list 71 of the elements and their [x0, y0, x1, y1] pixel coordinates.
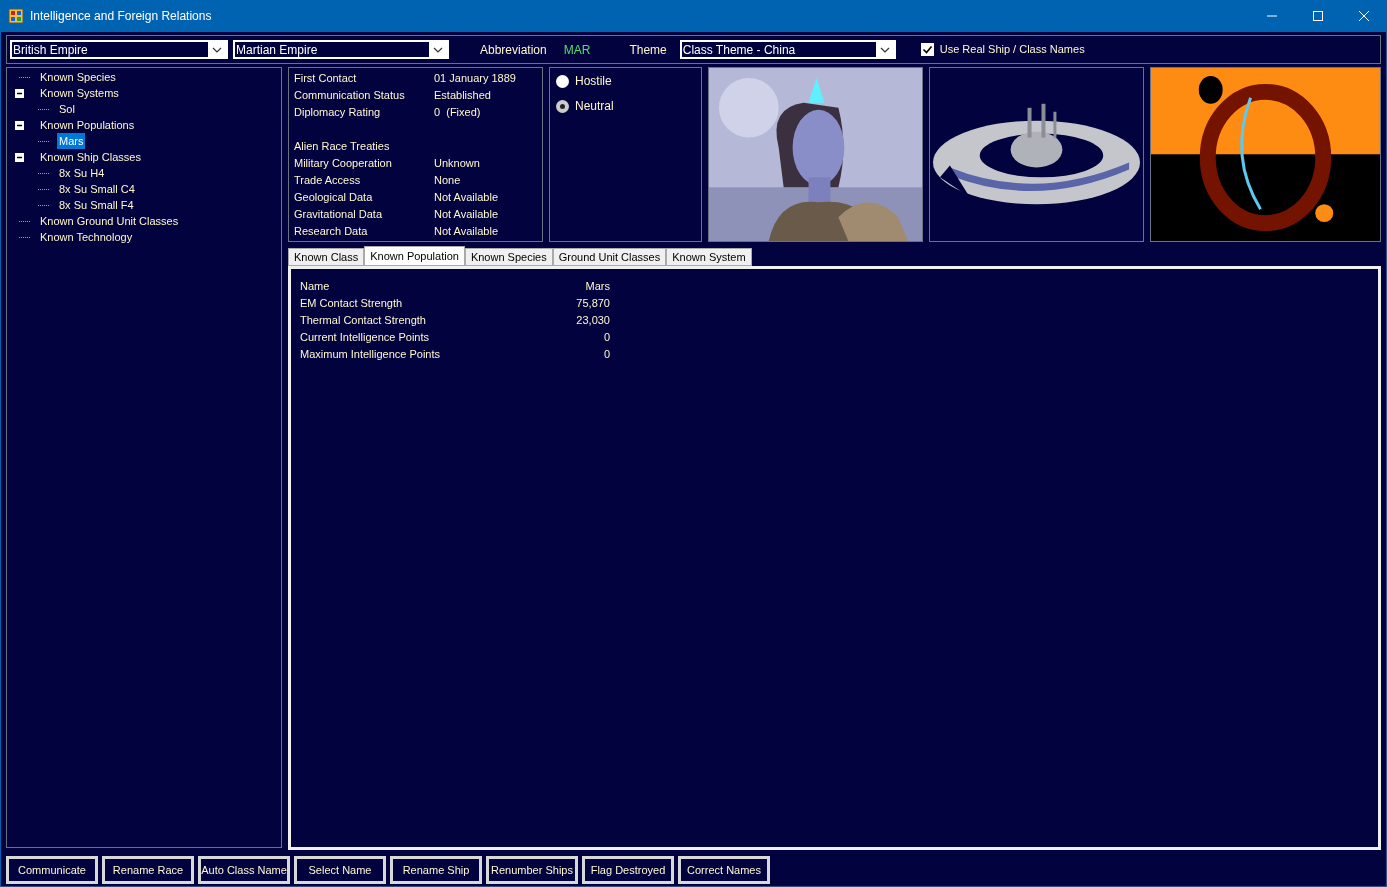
population-label: Thermal Contact Strength	[300, 313, 427, 328]
stance-radio[interactable]: Neutral	[556, 97, 695, 115]
info-label: Geological Data	[294, 190, 374, 205]
info-value: Not Available	[434, 224, 498, 239]
app-icon	[8, 8, 24, 24]
info-value: Not Available	[434, 190, 498, 205]
race-dropdown[interactable]: British Empire	[10, 40, 228, 59]
info-value: Unknown	[434, 156, 480, 171]
info-value: Not Available	[434, 207, 498, 222]
window-title: Intelligence and Foreign Relations	[30, 8, 213, 25]
checkmark-icon	[921, 44, 933, 55]
chevron-down-icon	[433, 46, 443, 53]
population-label: Name	[300, 279, 331, 294]
info-value: Established	[434, 88, 491, 103]
tab[interactable]: Ground Unit Classes	[552, 248, 667, 266]
population-label: Maximum Intelligence Points	[300, 347, 441, 362]
tree-item[interactable]: 8x Su Small F4	[57, 196, 136, 214]
chevron-down-icon	[879, 46, 890, 53]
tab[interactable]: Known Class	[288, 248, 365, 266]
collapse-icon[interactable]	[15, 152, 24, 162]
tree-item[interactable]: Mars	[57, 132, 86, 150]
action-button[interactable]: Rename Race	[102, 856, 194, 884]
tab[interactable]: Known Population	[364, 246, 465, 266]
collapse-icon[interactable]	[15, 88, 24, 98]
info-label: Research Data	[294, 224, 369, 239]
info-label: Military Cooperation	[294, 156, 393, 171]
population-label: Current Intelligence Points	[300, 330, 430, 345]
action-button[interactable]: Renumber Ships	[486, 856, 578, 884]
info-value: 01 January 1889	[434, 71, 516, 86]
tab[interactable]: Known Species	[464, 248, 553, 266]
close-icon	[1359, 11, 1369, 21]
tree-item[interactable]: Known Systems	[38, 84, 121, 102]
population-label: EM Contact Strength	[300, 296, 404, 311]
action-button[interactable]: Flag Destroyed	[582, 856, 674, 884]
info-label: Gravitational Data	[294, 207, 384, 222]
info-label: Diplomacy Rating	[294, 105, 382, 120]
tree-item[interactable]: Known Technology	[38, 228, 135, 246]
action-button[interactable]: Communicate	[6, 856, 98, 884]
info-value: 0 (Fixed)	[434, 105, 481, 120]
theme-label: Theme	[629, 41, 667, 59]
population-value: 75,870	[576, 296, 610, 311]
action-button[interactable]: Select Name	[294, 856, 386, 884]
abbreviation-value: MAR	[563, 41, 591, 59]
tree-item[interactable]: Known Ground Unit Classes	[38, 212, 181, 230]
info-label: First Contact	[294, 71, 358, 86]
action-button[interactable]: Auto Class Name	[198, 856, 290, 884]
action-button[interactable]: Correct Names	[678, 856, 770, 884]
tree-item[interactable]: Known Populations	[38, 116, 137, 134]
action-button[interactable]: Rename Ship	[390, 856, 482, 884]
alien-race-dropdown[interactable]: Martian Empire	[233, 40, 449, 59]
chevron-down-icon	[212, 46, 222, 53]
stance-radio[interactable]: Hostile	[556, 72, 695, 90]
abbreviation-label: Abbreviation	[480, 41, 547, 59]
theme-dropdown[interactable]: Class Theme - China	[679, 40, 896, 59]
population-value: 23,030	[576, 313, 610, 328]
population-value: Mars	[585, 279, 610, 294]
tree-item[interactable]: 8x Su H4	[57, 164, 107, 182]
collapse-icon[interactable]	[15, 120, 24, 130]
info-value: None	[434, 173, 461, 188]
tree-item[interactable]: Known Species	[38, 68, 118, 86]
real-names-checkbox[interactable]: Use Real Ship / Class Names	[920, 41, 1085, 58]
tab[interactable]: Known System	[666, 248, 752, 266]
population-value: 0	[603, 347, 610, 362]
info-label: Communication Status	[294, 88, 406, 103]
tree-item[interactable]: Sol	[57, 100, 77, 118]
tree-item[interactable]: Known Ship Classes	[38, 148, 143, 166]
tree-item[interactable]: 8x Su Small C4	[57, 180, 137, 198]
info-label: Trade Access	[294, 173, 362, 188]
population-value: 0	[603, 330, 610, 345]
info-label: Alien Race Treaties	[294, 139, 391, 154]
maximize-icon	[1313, 11, 1323, 21]
